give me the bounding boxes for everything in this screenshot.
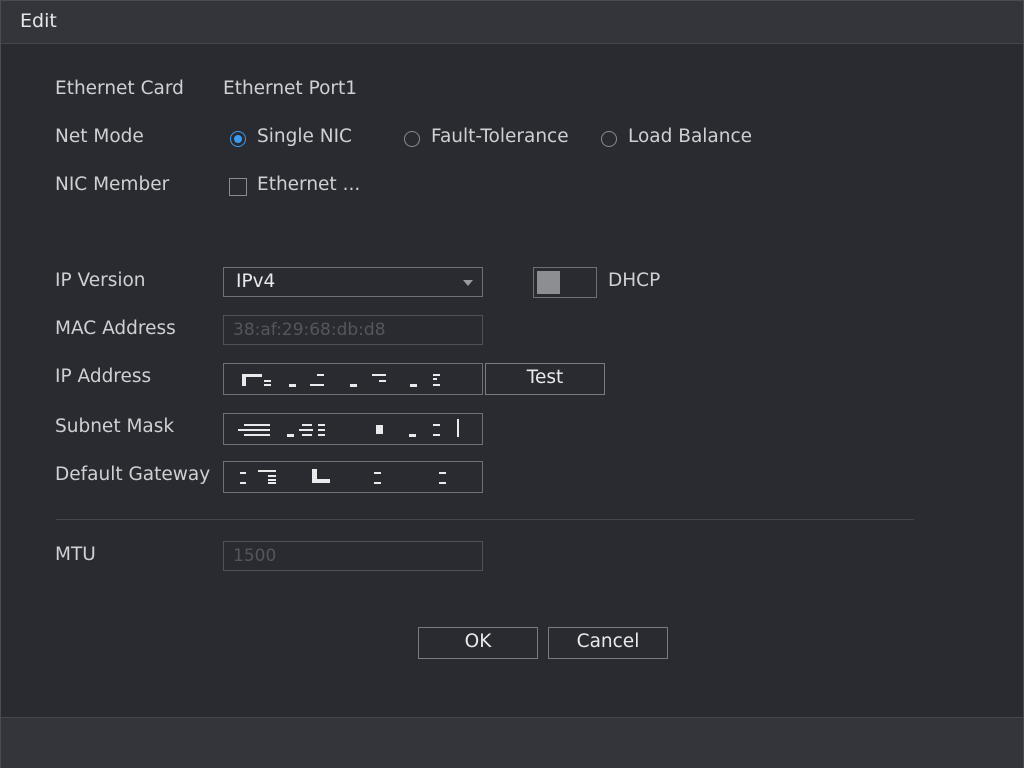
redacted-mark: [302, 434, 312, 436]
redacted-mark: [240, 482, 246, 484]
redacted-mark: [242, 374, 262, 377]
ip-address-field[interactable]: [223, 363, 483, 395]
mac-address-value: 38:af:29:68:db:d8: [233, 320, 386, 340]
dialog-footer: [1, 717, 1023, 768]
redacted-mark: [268, 482, 276, 484]
redacted-mark: [268, 475, 276, 477]
redacted-mark: [264, 384, 271, 386]
title-bar: Edit: [1, 1, 1023, 44]
section-divider: [56, 519, 914, 520]
test-button[interactable]: Test: [485, 363, 605, 395]
redacted-mark: [433, 378, 437, 380]
edit-dialog: Edit Ethernet Card Ethernet Port1 Net Mo…: [0, 0, 1024, 768]
redacted-mark: [376, 425, 383, 434]
redacted-mark: [287, 434, 294, 437]
nic-member-checkbox-label[interactable]: Ethernet ...: [257, 174, 360, 195]
nic-member-checkbox[interactable]: [229, 178, 247, 196]
redacted-mark: [379, 380, 386, 382]
radio-single-nic-label[interactable]: Single NIC: [257, 126, 352, 147]
redacted-mark: [310, 384, 324, 386]
ip-version-value: IPv4: [236, 271, 276, 292]
redacted-mark: [433, 424, 440, 426]
cancel-button[interactable]: Cancel: [548, 627, 668, 659]
subnet-mask-field[interactable]: [223, 413, 483, 445]
redacted-mark: [244, 434, 270, 436]
redacted-mark: [433, 384, 440, 386]
redacted-mark: [289, 384, 296, 387]
redacted-mark: [318, 434, 325, 436]
redacted-mark: [439, 482, 446, 484]
redacted-mark: [258, 470, 276, 472]
redacted-mark: [244, 424, 270, 426]
redacted-mark: [312, 479, 330, 483]
mac-address-label: MAC Address: [55, 318, 176, 339]
subnet-mask-label: Subnet Mask: [55, 416, 175, 437]
nic-member-label: NIC Member: [55, 174, 170, 195]
redacted-mark: [302, 424, 312, 426]
redacted-mark: [409, 434, 416, 437]
redacted-mark: [318, 424, 325, 426]
dhcp-label: DHCP: [608, 270, 661, 291]
toggle-knob: [537, 271, 560, 294]
redacted-mark: [240, 472, 246, 474]
ip-version-select[interactable]: IPv4: [223, 267, 483, 297]
redacted-mark: [410, 384, 417, 387]
redacted-mark: [433, 434, 440, 436]
redacted-mark: [350, 384, 357, 387]
radio-load-balance[interactable]: [601, 131, 617, 147]
net-mode-label: Net Mode: [55, 126, 144, 147]
ip-address-label: IP Address: [55, 366, 152, 387]
redacted-mark: [439, 472, 446, 474]
redacted-mark: [238, 429, 270, 431]
redacted-mark: [372, 374, 386, 376]
text-cursor: [457, 419, 459, 437]
dialog-title: Edit: [20, 10, 57, 32]
dropdown-arrow-icon: [463, 280, 473, 286]
ethernet-card-value: Ethernet Port1: [223, 78, 358, 99]
mtu-field: 1500: [223, 541, 483, 571]
default-gateway-field[interactable]: [223, 461, 483, 493]
mac-address-field: 38:af:29:68:db:d8: [223, 315, 483, 345]
mtu-value: 1500: [233, 546, 277, 566]
ethernet-card-label: Ethernet Card: [55, 78, 184, 99]
radio-single-nic[interactable]: [230, 131, 246, 147]
ok-button[interactable]: OK: [418, 627, 538, 659]
redacted-mark: [318, 429, 325, 431]
redacted-mark: [374, 482, 381, 484]
radio-fault-tolerance[interactable]: [404, 131, 420, 147]
radio-fault-tolerance-label[interactable]: Fault-Tolerance: [431, 126, 569, 147]
dhcp-toggle[interactable]: [533, 267, 597, 298]
radio-load-balance-label[interactable]: Load Balance: [628, 126, 752, 147]
redacted-mark: [268, 479, 276, 481]
ip-version-label: IP Version: [55, 270, 146, 291]
mtu-label: MTU: [55, 544, 96, 565]
redacted-mark: [264, 380, 271, 382]
default-gateway-label: Default Gateway: [55, 464, 211, 485]
redacted-mark: [433, 374, 440, 376]
redacted-mark: [374, 472, 381, 474]
redacted-mark: [317, 374, 324, 376]
redacted-mark: [299, 429, 313, 431]
